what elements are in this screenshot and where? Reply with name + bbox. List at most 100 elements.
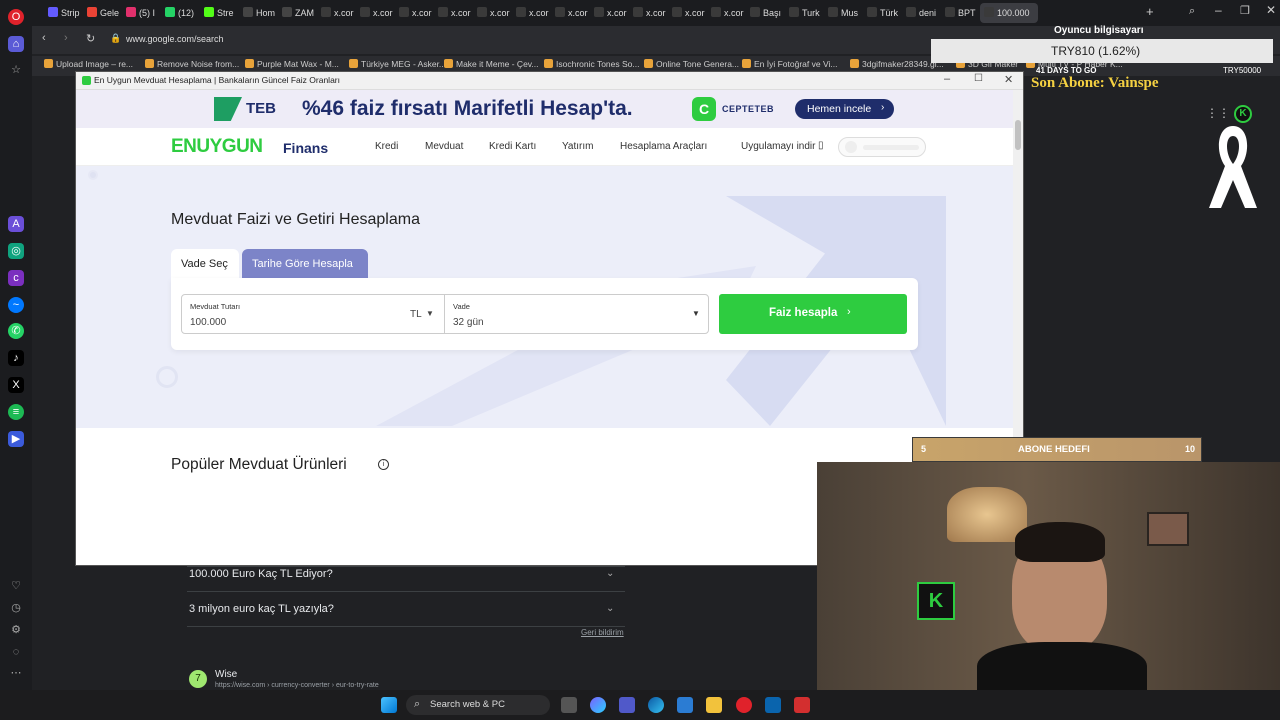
- maximize-icon[interactable]: ❐: [1240, 4, 1250, 17]
- outlook-icon[interactable]: [765, 697, 781, 713]
- browser-tab[interactable]: BPT: [941, 3, 979, 23]
- cs-icon[interactable]: c: [8, 270, 24, 286]
- reload-icon[interactable]: ↻: [86, 32, 95, 45]
- opera-logo-icon[interactable]: O: [8, 9, 24, 25]
- browser-tab[interactable]: Turk: [785, 3, 823, 23]
- bookmark-favicon-icon: [544, 59, 553, 68]
- browser-tab[interactable]: x.cor: [395, 3, 433, 23]
- browser-tab[interactable]: x.cor: [551, 3, 589, 23]
- browser-tab[interactable]: x.cor: [629, 3, 667, 23]
- browser-tab[interactable]: x.cor: [473, 3, 511, 23]
- browser-tab[interactable]: deni: [902, 3, 940, 23]
- browser-tab[interactable]: Strip: [44, 3, 82, 23]
- amount-input[interactable]: Mevduat Tutarı 100.000 TL ▼: [181, 294, 445, 334]
- windows-start-icon[interactable]: [381, 697, 397, 713]
- x-icon[interactable]: X: [8, 377, 24, 393]
- back-icon[interactable]: ‹: [42, 32, 46, 44]
- browser-tab[interactable]: Stre: [200, 3, 238, 23]
- forward-icon[interactable]: ›: [64, 32, 68, 44]
- feedback-link[interactable]: Geri bildirim: [581, 628, 624, 637]
- browser-tab[interactable]: Başı: [746, 3, 784, 23]
- chatgpt-icon[interactable]: ◎: [8, 243, 24, 259]
- nav-kredi[interactable]: Kredi: [375, 141, 398, 152]
- bookmark-item[interactable]: Upload Image – re...: [44, 59, 133, 69]
- browser-tab[interactable]: 100.000: [980, 3, 1038, 23]
- aria-icon[interactable]: A: [8, 216, 24, 232]
- chevron-down-icon[interactable]: ⌄: [606, 568, 614, 579]
- result-site-name[interactable]: Wise: [215, 669, 237, 680]
- bookmark-item[interactable]: Türkiye MEG - Asker...: [349, 59, 446, 69]
- result-url[interactable]: https://wise.com › currency-converter › …: [215, 682, 379, 689]
- info-icon[interactable]: i: [378, 459, 389, 470]
- logo-main[interactable]: ENUYGUN: [171, 136, 263, 158]
- tab-label: Hom: [256, 8, 276, 18]
- browser-tab[interactable]: x.cor: [590, 3, 628, 23]
- browser-tab[interactable]: Hom: [239, 3, 277, 23]
- nav-mevduat[interactable]: Mevduat: [425, 141, 463, 152]
- store-icon[interactable]: [677, 697, 693, 713]
- chevron-down-icon[interactable]: ⌄: [606, 603, 614, 614]
- url-field[interactable]: www.google.com/search: [126, 34, 224, 44]
- browser-tab[interactable]: x.cor: [317, 3, 355, 23]
- lightbulb-icon[interactable]: ◌: [8, 644, 24, 660]
- task-view-icon[interactable]: [561, 697, 577, 713]
- speed-dial-icon[interactable]: ☆: [8, 62, 24, 78]
- ad-banner[interactable]: TEB %46 faiz fırsatı Marifetli Hesap'ta.…: [76, 90, 1013, 128]
- bookmark-item[interactable]: 3dgifmaker28349.gi...: [850, 59, 944, 69]
- bookmark-item[interactable]: Remove Noise from...: [145, 59, 239, 69]
- browser-tab[interactable]: (12): [161, 3, 199, 23]
- app-download-link[interactable]: Uygulamayı indir: [741, 141, 815, 152]
- new-tab-icon[interactable]: +: [1146, 4, 1154, 19]
- browser-tab[interactable]: x.cor: [668, 3, 706, 23]
- tiktok-icon[interactable]: ♪: [8, 350, 24, 366]
- heart-icon[interactable]: ♡: [8, 578, 24, 594]
- minimize-icon[interactable]: –: [1215, 3, 1222, 17]
- calculate-button[interactable]: Faiz hesapla ›: [719, 294, 907, 334]
- logo-sub[interactable]: Finans: [283, 140, 328, 156]
- tab-tarihe-gore[interactable]: Tarihe Göre Hesapla: [242, 249, 368, 279]
- file-explorer-icon[interactable]: [706, 697, 722, 713]
- settings-gear-icon[interactable]: ⚙: [8, 622, 24, 638]
- banner-cta-button[interactable]: Hemen incele ›: [795, 99, 894, 119]
- messenger-icon[interactable]: ~: [8, 297, 24, 313]
- caret-down-icon[interactable]: ▼: [426, 309, 434, 318]
- faq-item[interactable]: 100.000 Euro Kaç TL Ediyor?: [189, 568, 333, 580]
- close-window-icon[interactable]: ✕: [1266, 3, 1276, 17]
- search-tabs-icon[interactable]: ⌕: [1189, 5, 1195, 18]
- browser-tab[interactable]: Gele: [83, 3, 121, 23]
- browser-tab[interactable]: x.cor: [707, 3, 745, 23]
- currency-select[interactable]: TL: [410, 309, 422, 320]
- browser-tab[interactable]: x.cor: [356, 3, 394, 23]
- login-toggle[interactable]: [838, 137, 926, 157]
- spotify-icon[interactable]: ≡: [8, 404, 24, 420]
- bookmark-item[interactable]: Purple Mat Wax - M...: [245, 59, 339, 69]
- browser-tab[interactable]: (5) I: [122, 3, 160, 23]
- caret-down-icon[interactable]: ▼: [692, 309, 700, 318]
- browser-tab[interactable]: ZAM: [278, 3, 316, 23]
- bookmark-item[interactable]: Make it Meme - Çev...: [444, 59, 539, 69]
- wps-icon[interactable]: [794, 697, 810, 713]
- taskbar-search[interactable]: ⌕ Search web & PC: [406, 695, 550, 715]
- term-select[interactable]: Vade 32 gün ▼: [444, 294, 709, 334]
- nav-yatirim[interactable]: Yatırım: [562, 141, 593, 152]
- bookmark-item[interactable]: Online Tone Genera...: [644, 59, 739, 69]
- copilot-icon[interactable]: [590, 697, 606, 713]
- opera-icon[interactable]: [736, 697, 752, 713]
- more-icon[interactable]: ⋯: [8, 665, 24, 681]
- browser-tab[interactable]: Türk: [863, 3, 901, 23]
- faq-item[interactable]: 3 milyon euro kaç TL yazıyla?: [189, 603, 334, 615]
- bookmark-item[interactable]: En İyi Fotoğraf ve Vi...: [742, 59, 837, 69]
- history-icon[interactable]: ◷: [8, 600, 24, 616]
- bookmark-item[interactable]: Isochronic Tones So...: [544, 59, 639, 69]
- browser-tab[interactable]: Mus: [824, 3, 862, 23]
- player-icon[interactable]: ▶: [8, 431, 24, 447]
- browser-tab[interactable]: x.cor: [434, 3, 472, 23]
- edge-icon[interactable]: [648, 697, 664, 713]
- whatsapp-icon[interactable]: ✆: [8, 323, 24, 339]
- browser-tab[interactable]: x.cor: [512, 3, 550, 23]
- tab-vade-sec[interactable]: Vade Seç: [171, 249, 239, 279]
- nav-kredi-karti[interactable]: Kredi Kartı: [489, 141, 536, 152]
- teams-icon[interactable]: [619, 697, 635, 713]
- nav-hesaplama[interactable]: Hesaplama Araçları: [620, 141, 707, 152]
- home-icon[interactable]: ⌂: [8, 36, 24, 52]
